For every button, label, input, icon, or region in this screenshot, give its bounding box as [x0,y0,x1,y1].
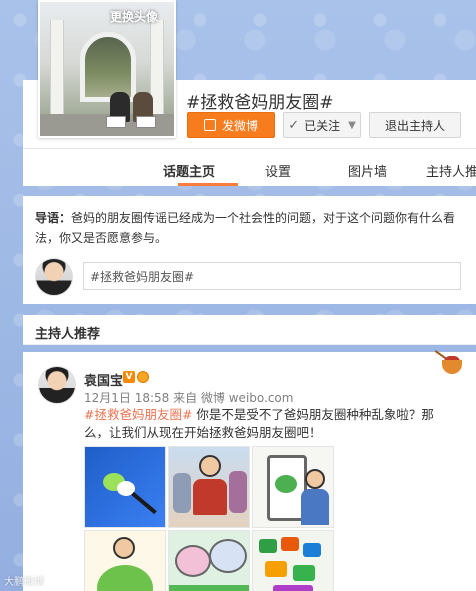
exit-host-label: 退出主持人 [384,118,445,133]
vip-badge-icon [137,371,149,383]
author-avatar[interactable] [38,366,76,404]
post-image-thumbnail[interactable] [168,530,250,591]
cover-sign [136,116,156,128]
follow-status-button[interactable]: ✓ 已关注 ▼ [283,112,361,138]
figure-shape [229,471,247,513]
stick-shape [131,491,157,515]
cover-sign [106,116,126,128]
intro-lead-label: 导语： [35,211,72,225]
tile-shape [273,585,313,591]
active-tab-indicator [178,183,238,186]
follow-status-label: 已关注 [304,118,341,133]
topic-title: #拯救爸妈朋友圈# [186,93,334,113]
figure-head-shape [199,455,221,477]
tab-topic-home[interactable]: 话题主页 [163,161,215,180]
post-text: #拯救爸妈朋友圈# 你是不是受不了爸妈朋友圈种种乱象啦？那么，让我们从现在开始拯… [84,406,454,442]
cover-arch [80,32,136,102]
watermark: 大鹏微博 [4,577,44,588]
host-recommend-title: 主持人推荐 [35,327,101,342]
wechat-logo-shape [275,475,297,493]
tab-settings[interactable]: 设置 [265,161,291,180]
post-compose-input[interactable] [83,262,461,290]
figure-body-shape [301,489,329,525]
post-image-thumbnail[interactable] [252,446,334,528]
exit-host-button[interactable]: 退出主持人 [369,112,461,138]
user-avatar[interactable] [35,258,73,296]
chevron-down-icon: ▼ [348,119,356,131]
change-avatar-link[interactable]: 更换头像 [110,8,158,25]
figure-head-shape [113,537,135,559]
intro-text: 爸妈的朋友圈传谣已经成为一个社会性的问题，对于这个问题你有什么看法，你又是否愿意… [35,211,456,245]
topic-tab-bar: 话题主页 设置 图片墙 主持人推 [23,148,476,186]
post-meta[interactable]: 12月1日 18:58 来自 微博 weibo.com [84,389,293,406]
edit-icon [203,119,216,131]
figure-head-shape [305,469,325,489]
face-shape [209,539,247,573]
tile-shape [281,537,299,551]
post-topic-tag[interactable]: #拯救爸妈朋友圈# [84,407,192,422]
post-image-thumbnail[interactable] [168,446,250,528]
tab-host-recommend[interactable]: 主持人推 [426,161,476,180]
bowl-shape [442,360,462,374]
figure-shape [173,473,191,513]
hotpot-decoration-icon [432,350,468,380]
post-image-thumbnail[interactable] [84,446,166,528]
tile-shape [303,543,321,557]
host-recommend-header: 主持人推荐 [23,315,476,345]
tile-shape [293,565,315,581]
verified-badge-icon: V [123,371,135,383]
wechat-bubble-shape [97,565,153,591]
ground-shape [169,585,249,591]
tab-image-wall[interactable]: 图片墙 [348,161,387,180]
author-name[interactable]: 袁国宝 [84,370,123,389]
post-image-thumbnail[interactable] [252,530,334,591]
tile-shape [259,539,277,553]
face-shape [175,545,211,577]
topic-intro: 导语：爸妈的朋友圈传谣已经成为一个社会性的问题，对于这个问题你有什么看法，你又是… [35,208,460,248]
post-image-thumbnail[interactable] [84,530,166,591]
topic-cover-image[interactable]: 更换头像 [38,0,176,138]
post-weibo-button[interactable]: 发微博 [187,112,275,138]
check-icon: ✓ [288,117,300,133]
cover-pillar-left [50,20,64,120]
figure-body-shape [193,479,227,515]
tile-shape [265,561,287,577]
post-weibo-label: 发微博 [221,118,258,133]
